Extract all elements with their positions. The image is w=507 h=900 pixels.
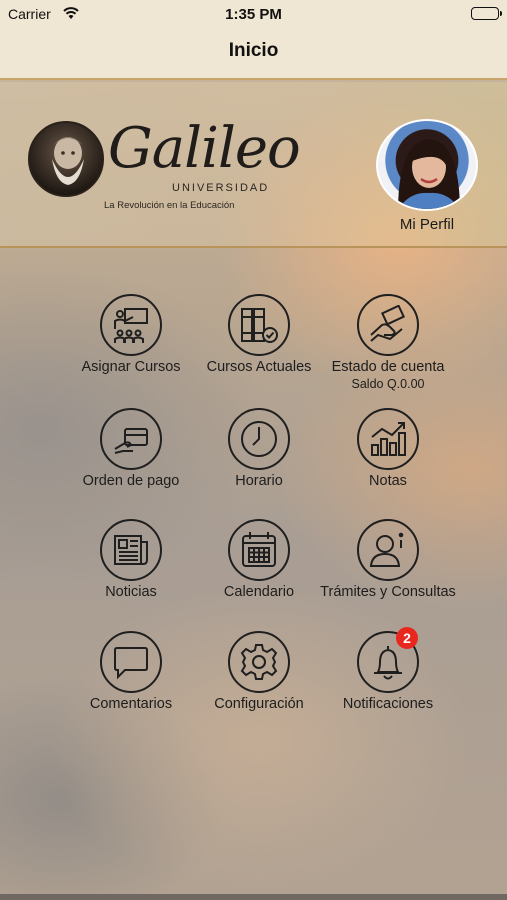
- battery-icon: [471, 7, 502, 20]
- logo-tagline: La Revolución en la Educación: [104, 200, 235, 211]
- notas-button[interactable]: Notas: [312, 408, 464, 489]
- notificaciones-label: Notificaciones: [342, 696, 434, 712]
- gear-icon: [228, 631, 290, 693]
- status-bar: Carrier 1:35 PM: [0, 0, 507, 26]
- notification-badge: 2: [396, 627, 418, 649]
- card-hand-icon: [100, 408, 162, 470]
- money-hand-icon: [357, 294, 419, 356]
- speech-bubble-icon: [100, 631, 162, 693]
- navigation-bar: Carrier 1:35 PM Inicio: [0, 0, 507, 80]
- bell-icon: 2: [357, 627, 419, 693]
- saldo-value: Saldo Q.0.00: [351, 377, 425, 391]
- newspaper-icon: [100, 519, 162, 581]
- estado-cuenta-label: Estado de cuenta: [331, 359, 445, 375]
- notificaciones-button[interactable]: 2 Notificaciones: [312, 627, 464, 712]
- classroom-icon: [100, 294, 162, 356]
- tramites-button[interactable]: Trámites y Consultas: [312, 519, 464, 600]
- books-icon: [228, 294, 290, 356]
- galileo-logo-icon: [28, 121, 104, 197]
- estado-cuenta-button[interactable]: Estado de cuenta Saldo Q.0.00: [312, 294, 464, 391]
- calendar-icon: [228, 519, 290, 581]
- clock-icon: [228, 408, 290, 470]
- profile-avatar[interactable]: [376, 119, 478, 211]
- bar-chart-icon: [357, 408, 419, 470]
- bottom-divider: [0, 894, 507, 900]
- page-title: Inicio: [228, 40, 279, 61]
- logo-wordmark: Galileo: [108, 116, 301, 181]
- logo-subtitle: UNIVERSIDAD: [172, 182, 270, 194]
- status-time: 1:35 PM: [225, 6, 282, 23]
- tramites-label: Trámites y Consultas: [320, 584, 456, 600]
- profile-label[interactable]: Mi Perfil: [370, 216, 484, 233]
- notas-label: Notas: [369, 473, 407, 489]
- person-info-icon: [357, 519, 419, 581]
